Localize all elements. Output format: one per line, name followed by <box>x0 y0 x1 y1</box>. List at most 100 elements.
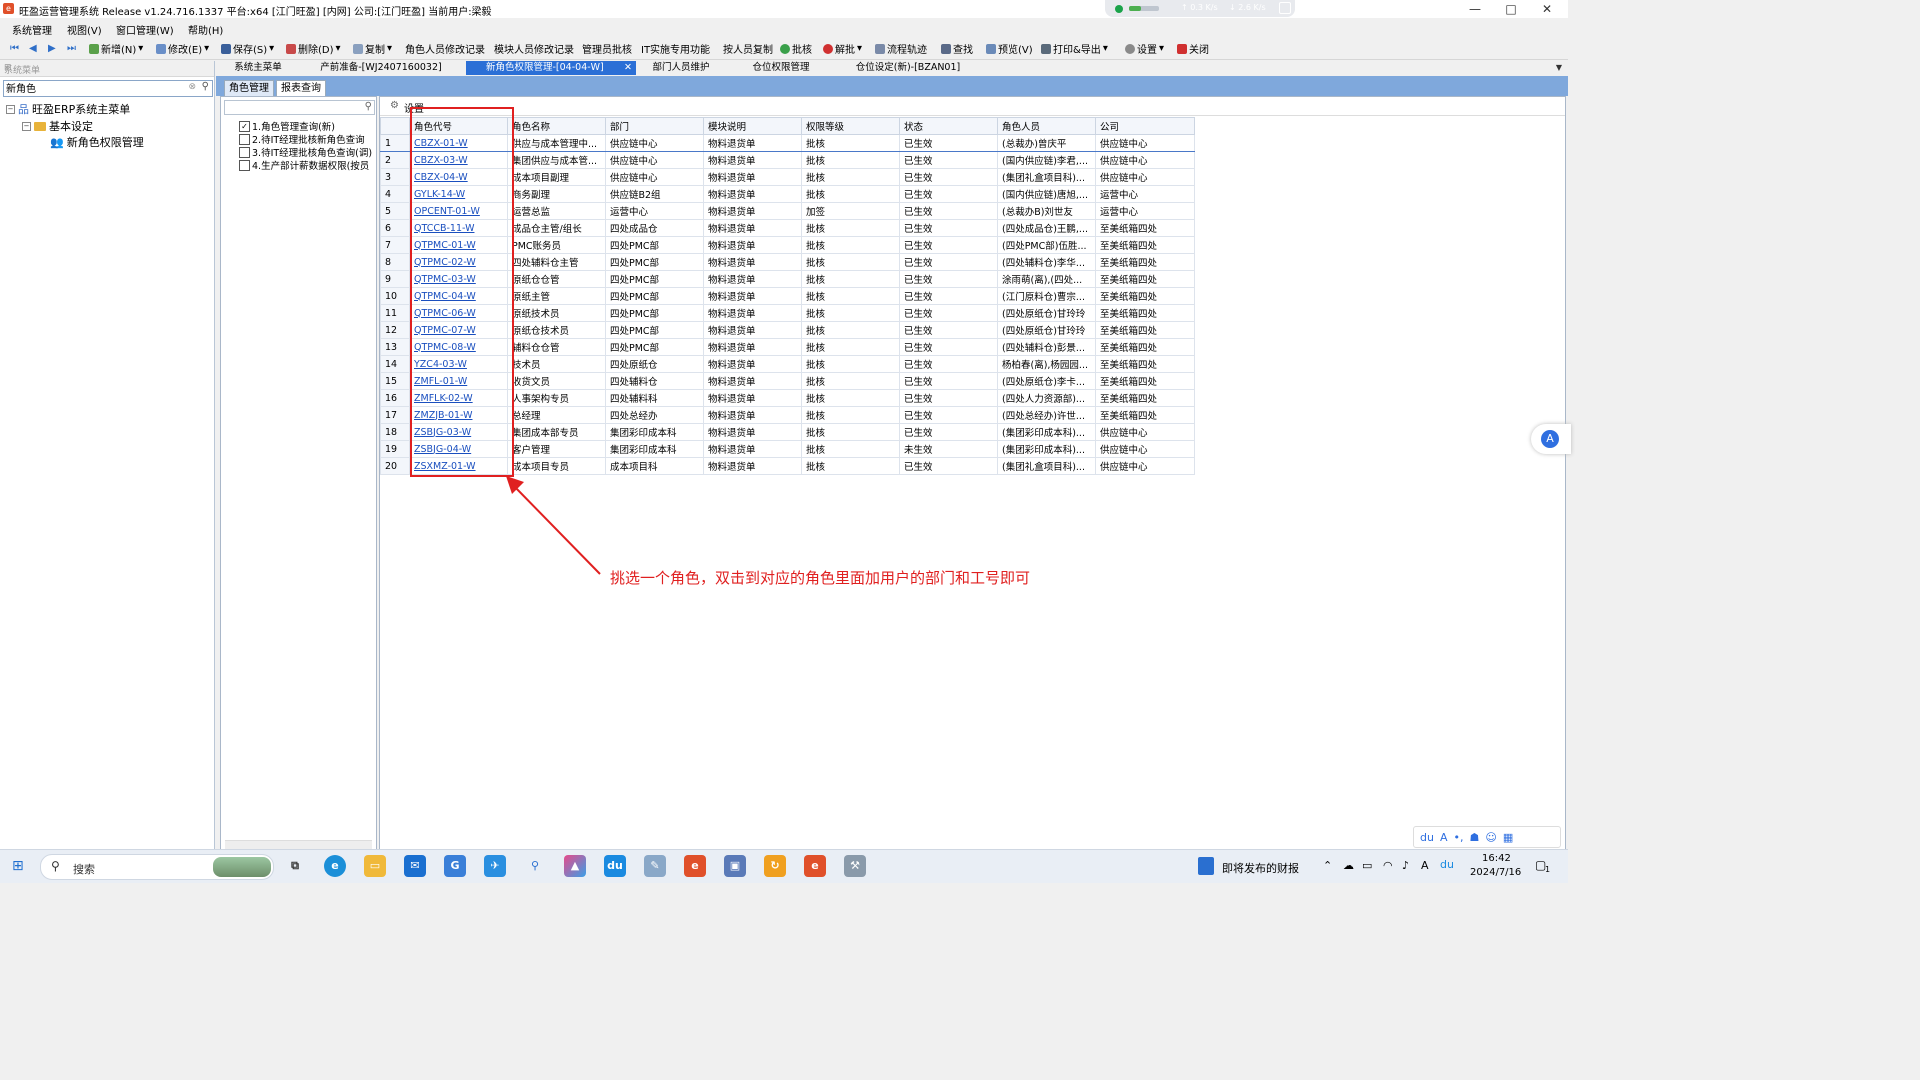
news-icon[interactable] <box>1198 857 1214 875</box>
collapse-icon[interactable]: − <box>6 104 15 114</box>
table-cell[interactable]: (四处成品仓)王鹏,... <box>997 219 1096 237</box>
table-cell[interactable]: 物料退货单 <box>703 406 802 424</box>
table-cell[interactable]: 四处成品仓 <box>605 219 704 237</box>
table-cell[interactable]: 未生效 <box>899 440 998 458</box>
table-cell[interactable]: 批核 <box>801 440 900 458</box>
table-cell[interactable]: 四处PMC部 <box>605 304 704 322</box>
close-button[interactable]: 关闭 <box>1177 41 1209 56</box>
table-cell[interactable]: 物料退货单 <box>703 219 802 237</box>
table-cell[interactable]: 物料退货单 <box>703 134 802 152</box>
news-ticker[interactable]: 即将发布的财报 <box>1222 860 1299 876</box>
clock-time[interactable]: 16:42 <box>1482 853 1511 864</box>
table-cell[interactable]: 收货文员 <box>507 372 606 390</box>
table-cell[interactable]: 运营中心 <box>605 202 704 220</box>
table-cell[interactable]: 供应链中心 <box>605 168 704 186</box>
windows-start-icon[interactable]: ⊞ <box>12 858 24 874</box>
menu-view[interactable]: 视图(V) <box>67 22 102 37</box>
sync-app-icon[interactable]: ↻ <box>764 855 786 877</box>
table-cell[interactable]: 物料退货单 <box>703 151 802 169</box>
table-cell[interactable]: (四处原纸仓)甘玲玲 <box>997 304 1096 322</box>
row-number-cell[interactable]: 13 <box>380 338 410 356</box>
table-cell[interactable]: 供应链中心 <box>605 151 704 169</box>
find-button[interactable]: 查找 <box>941 41 973 56</box>
column-header[interactable]: 状态 <box>899 117 998 135</box>
ime-logo-icon[interactable]: du <box>1420 831 1434 844</box>
table-cell[interactable]: 四处辅料科 <box>605 389 704 407</box>
table-cell[interactable]: (四处人力资源部)... <box>997 389 1096 407</box>
ime-grid-icon[interactable]: ▦ <box>1503 831 1513 844</box>
table-cell[interactable]: 运营中心 <box>1095 185 1195 203</box>
table-cell[interactable]: (国内供应链)唐旭,... <box>997 185 1096 203</box>
row-number-cell[interactable]: 3 <box>380 168 410 186</box>
menu-system[interactable]: 系统管理 <box>12 22 52 37</box>
table-cell[interactable]: 批核 <box>801 151 900 169</box>
table-cell[interactable]: 集团彩印成本科 <box>605 440 704 458</box>
table-cell[interactable]: (江门原料仓)曹宗... <box>997 287 1096 305</box>
row-number-cell[interactable]: 19 <box>380 440 410 458</box>
table-cell[interactable]: 批核 <box>801 287 900 305</box>
table-cell[interactable]: 集团成本部专员 <box>507 423 606 441</box>
horizontal-scrollbar[interactable] <box>225 840 372 849</box>
table-cell[interactable]: 人事架构专员 <box>507 389 606 407</box>
table-cell[interactable]: (集团礼盒项目科)... <box>997 168 1096 186</box>
tree-folder[interactable]: − 基本设定 <box>22 118 93 134</box>
table-cell[interactable]: 已生效 <box>899 372 998 390</box>
table-cell[interactable]: 物料退货单 <box>703 287 802 305</box>
table-cell[interactable]: 批核 <box>801 304 900 322</box>
table-cell[interactable]: 已生效 <box>899 134 998 152</box>
table-cell[interactable]: (四处原纸仓)甘玲玲 <box>997 321 1096 339</box>
tree-root[interactable]: − 品 旺盈ERP系统主菜单 <box>6 101 130 117</box>
photos-icon[interactable]: ▲ <box>564 855 586 877</box>
table-cell[interactable]: 四处辅料仓主管 <box>507 253 606 271</box>
column-header[interactable]: 权限等级 <box>801 117 900 135</box>
row-number-cell[interactable]: 16 <box>380 389 410 407</box>
table-cell[interactable]: 四处PMC部 <box>605 287 704 305</box>
gear-icon[interactable]: ⚙ <box>390 100 399 111</box>
minimize-button[interactable]: — <box>1460 1 1490 17</box>
erp-app-icon[interactable]: e <box>684 855 706 877</box>
camera-icon[interactable] <box>1279 2 1291 14</box>
row-number-cell[interactable]: 12 <box>380 321 410 339</box>
table-cell[interactable]: 运营总监 <box>507 202 606 220</box>
table-cell[interactable]: 至美纸箱四处 <box>1095 321 1195 339</box>
row-number-cell[interactable]: 5 <box>380 202 410 220</box>
admin-approve-button[interactable]: 管理员批核 <box>582 41 632 56</box>
module-log-button[interactable]: 模块人员修改记录 <box>494 41 574 56</box>
table-cell[interactable]: 已生效 <box>899 355 998 373</box>
table-cell[interactable]: (四处辅料仓)李华... <box>997 253 1096 271</box>
table-cell[interactable]: 物料退货单 <box>703 236 802 254</box>
settings-button[interactable]: 设置 ▾ <box>1125 41 1164 56</box>
table-cell[interactable]: 物料退货单 <box>703 372 802 390</box>
ime-punct-icon[interactable]: •, <box>1454 831 1464 844</box>
row-number-cell[interactable]: 18 <box>380 423 410 441</box>
table-cell[interactable]: 杨柏春(离),杨园园... <box>997 355 1096 373</box>
table-cell[interactable]: 至美纸箱四处 <box>1095 355 1195 373</box>
tabs-dropdown-icon[interactable]: ▼ <box>1556 63 1562 72</box>
table-cell[interactable]: 已生效 <box>899 321 998 339</box>
table-cell[interactable]: 供应链中心 <box>1095 440 1195 458</box>
table-cell[interactable]: 供应链中心 <box>1095 151 1195 169</box>
table-cell[interactable]: 成品仓主管/组长 <box>507 219 606 237</box>
preview-button[interactable]: 预览(V) <box>986 41 1033 56</box>
edge-browser-icon[interactable]: e <box>324 855 346 877</box>
row-number-cell[interactable]: 7 <box>380 236 410 254</box>
wifi-icon[interactable]: ◠ <box>1383 859 1393 872</box>
row-number-cell[interactable]: 4 <box>380 185 410 203</box>
table-cell[interactable]: 至美纸箱四处 <box>1095 236 1195 254</box>
app-box-icon[interactable]: G <box>444 855 466 877</box>
column-header[interactable]: 角色人员 <box>997 117 1096 135</box>
table-cell[interactable]: (集团彩印成本科)... <box>997 440 1096 458</box>
table-cell[interactable]: 批核 <box>801 372 900 390</box>
ime-emoji-icon[interactable]: ☺ <box>1485 831 1496 844</box>
table-cell[interactable]: 批核 <box>801 389 900 407</box>
table-cell[interactable]: 原纸主管 <box>507 287 606 305</box>
new-button[interactable]: 新增(N) ▾ <box>89 41 143 56</box>
table-cell[interactable]: 四处PMC部 <box>605 338 704 356</box>
table-cell[interactable]: (集团礼盒项目科)... <box>997 457 1096 475</box>
table-cell[interactable]: 四处总经办 <box>605 406 704 424</box>
table-cell[interactable]: 已生效 <box>899 389 998 407</box>
table-cell[interactable]: 至美纸箱四处 <box>1095 287 1195 305</box>
table-cell[interactable]: 四处PMC部 <box>605 253 704 271</box>
row-number-cell[interactable]: 20 <box>380 457 410 475</box>
search-icon[interactable]: ⚲ <box>202 81 209 92</box>
